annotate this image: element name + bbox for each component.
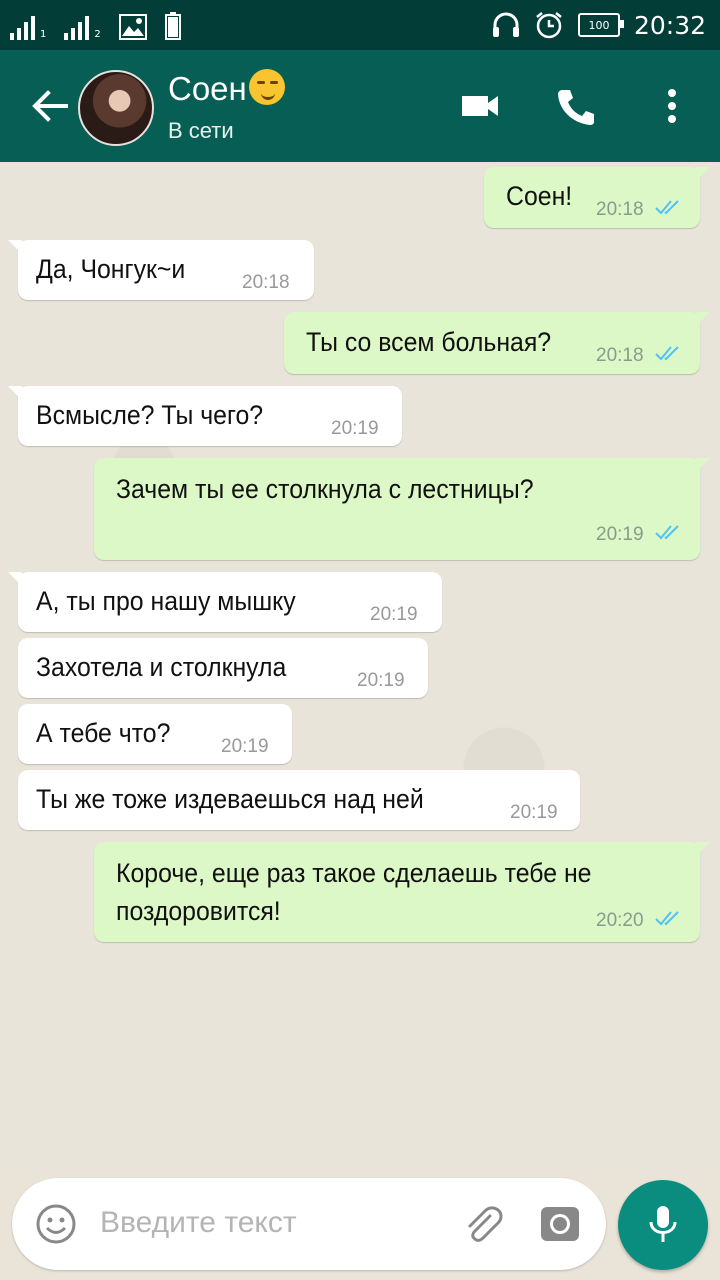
- phone-icon[interactable]: [554, 86, 598, 126]
- message-time: 20:19: [370, 604, 418, 625]
- gallery-icon: [118, 14, 147, 40]
- microphone-icon: [649, 1206, 677, 1242]
- headphones-icon: [492, 12, 519, 37]
- message-time: 20:18: [596, 199, 644, 220]
- message-time: 20:19: [510, 802, 558, 823]
- battery-full-icon: [164, 12, 181, 40]
- message-outgoing[interactable]: Соен! 20:18: [484, 167, 710, 228]
- message-text: Соен!: [506, 181, 573, 211]
- signal-sim1-icon: 1: [10, 14, 46, 40]
- battery-indicator: 100: [577, 13, 624, 37]
- read-ticks-icon: [655, 200, 679, 215]
- camera-icon[interactable]: [538, 1202, 582, 1246]
- bubble-tail: [696, 167, 710, 181]
- bubble-tail: [8, 572, 22, 586]
- read-ticks-icon: [655, 911, 679, 926]
- message-text: Всмысле? Ты чего?: [36, 400, 264, 430]
- message-text: А тебе что?: [36, 718, 171, 748]
- avatar[interactable]: [78, 70, 154, 146]
- message-incoming[interactable]: Ты же тоже издеваешься над ней 20:19: [18, 770, 580, 830]
- message-incoming[interactable]: Захотела и столкнула 20:19: [18, 638, 428, 698]
- message-time: 20:19: [221, 736, 269, 757]
- bubble-tail: [8, 386, 22, 400]
- status-bar: 1 2 100 20:32: [0, 0, 720, 50]
- message-outgoing[interactable]: Короче, еще раз такое сделаешь тебе не п…: [94, 842, 710, 942]
- bubble-tail: [696, 458, 710, 472]
- message-time: 20:19: [331, 418, 379, 439]
- message-time: 20:19: [357, 670, 405, 691]
- message-text: Да, Чонгук~и: [36, 254, 186, 284]
- message-text: Зачем ты ее столкнула с лестницы?: [116, 474, 534, 504]
- alarm-icon: [536, 12, 562, 39]
- back-arrow-icon[interactable]: [28, 84, 72, 128]
- smirk-emoji-icon: [248, 69, 285, 106]
- message-text: Ты со всем больная?: [306, 327, 552, 357]
- contact-name-text: Соен: [168, 70, 247, 107]
- message-composer[interactable]: Введите текст: [12, 1178, 606, 1270]
- message-text: А, ты про нашу мышку: [36, 586, 296, 616]
- read-ticks-icon: [655, 346, 679, 361]
- battery-level: 100: [588, 18, 610, 32]
- message-list[interactable]: Соен! 20:18 Да, Чонгук~и 20:18 Ты со все…: [0, 162, 720, 1172]
- message-input[interactable]: Введите текст: [100, 1206, 297, 1240]
- sim1-label: 1: [40, 29, 47, 40]
- bubble-tail: [8, 240, 22, 254]
- more-vert-icon[interactable]: [660, 86, 684, 126]
- clock: 20:32: [633, 10, 706, 40]
- message-text: Короче, еще раз такое сделаешь тебе не п…: [116, 858, 592, 926]
- attach-icon[interactable]: [460, 1202, 504, 1246]
- status-left: 1 2: [10, 10, 181, 40]
- status-right: 100 20:32: [492, 8, 706, 42]
- message-incoming[interactable]: А тебе что? 20:19: [18, 704, 292, 764]
- voice-message-button[interactable]: [618, 1180, 708, 1270]
- message-time: 20:18: [242, 272, 290, 293]
- contact-name[interactable]: Соен: [168, 69, 285, 109]
- read-ticks-icon: [655, 525, 679, 540]
- bubble-tail: [696, 312, 710, 326]
- message-outgoing[interactable]: Ты со всем больная? 20:18: [284, 312, 710, 374]
- message-text: Захотела и столкнула: [36, 652, 287, 682]
- signal-sim2-icon: 2: [64, 14, 101, 40]
- message-time: 20:20: [596, 910, 644, 931]
- message-time: 20:18: [596, 345, 644, 366]
- video-call-icon[interactable]: [460, 86, 500, 126]
- message-text: Ты же тоже издеваешься над ней: [36, 784, 424, 814]
- message-incoming[interactable]: А, ты про нашу мышку 20:19: [8, 572, 442, 632]
- message-outgoing[interactable]: Зачем ты ее столкнула с лестницы? 20:19: [94, 458, 710, 560]
- sim2-label: 2: [94, 29, 101, 40]
- emoji-icon[interactable]: [34, 1202, 78, 1246]
- message-incoming[interactable]: Да, Чонгук~и 20:18: [8, 240, 314, 300]
- contact-status: В сети: [168, 118, 234, 143]
- bubble-tail: [696, 842, 710, 856]
- chat-header: Соен В сети: [0, 50, 720, 162]
- message-incoming[interactable]: Всмысле? Ты чего? 20:19: [8, 386, 402, 446]
- message-time: 20:19: [596, 524, 644, 545]
